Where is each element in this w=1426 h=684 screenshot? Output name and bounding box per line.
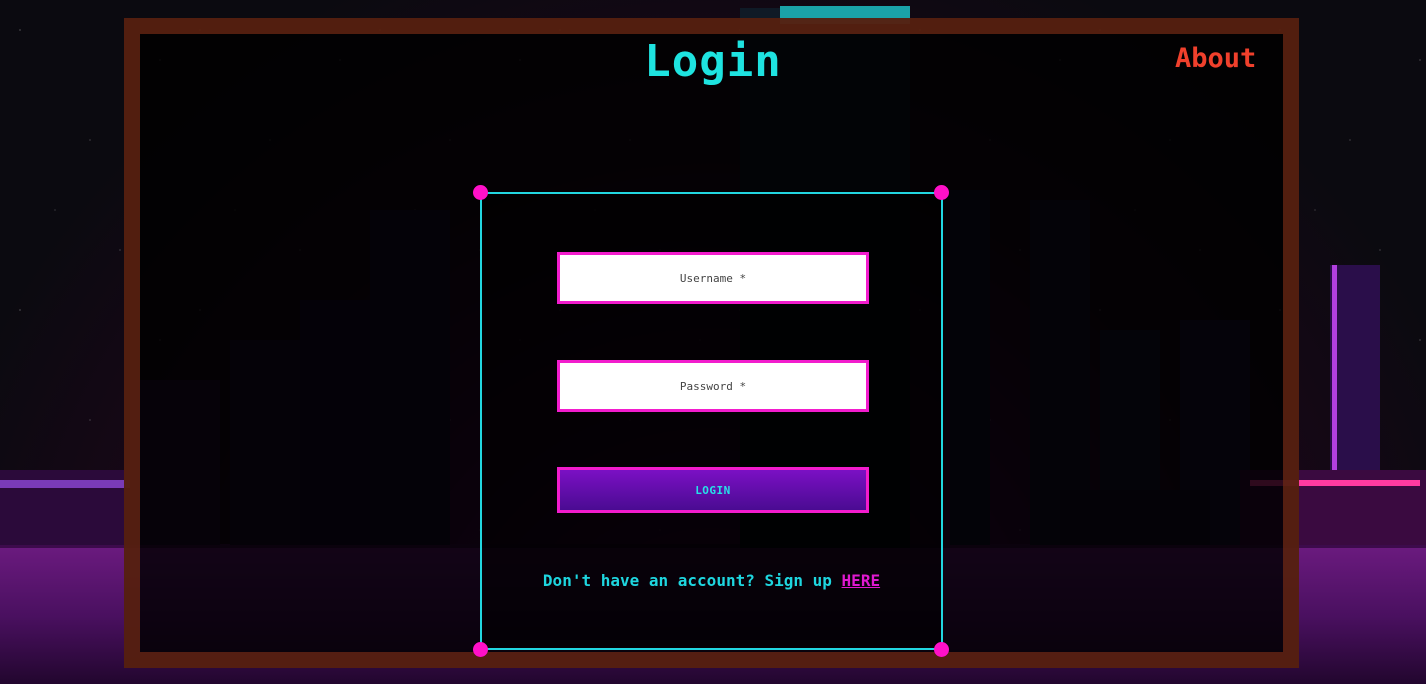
login-button[interactable]: LOGIN (557, 467, 869, 513)
username-input[interactable] (557, 252, 869, 304)
card-corner-dot (934, 642, 949, 657)
card-corner-dot (473, 642, 488, 657)
signup-prompt-text: Don't have an account? Sign up (542, 571, 832, 590)
card-corner-dot (934, 185, 949, 200)
signup-link[interactable]: HERE (842, 571, 881, 590)
login-card: LOGIN Don't have an account? Sign up HER… (480, 192, 943, 650)
about-link[interactable]: About (1175, 43, 1256, 74)
password-input[interactable] (557, 360, 869, 412)
signup-prompt: Don't have an account? Sign up HERE (482, 571, 941, 590)
card-corner-dot (473, 185, 488, 200)
